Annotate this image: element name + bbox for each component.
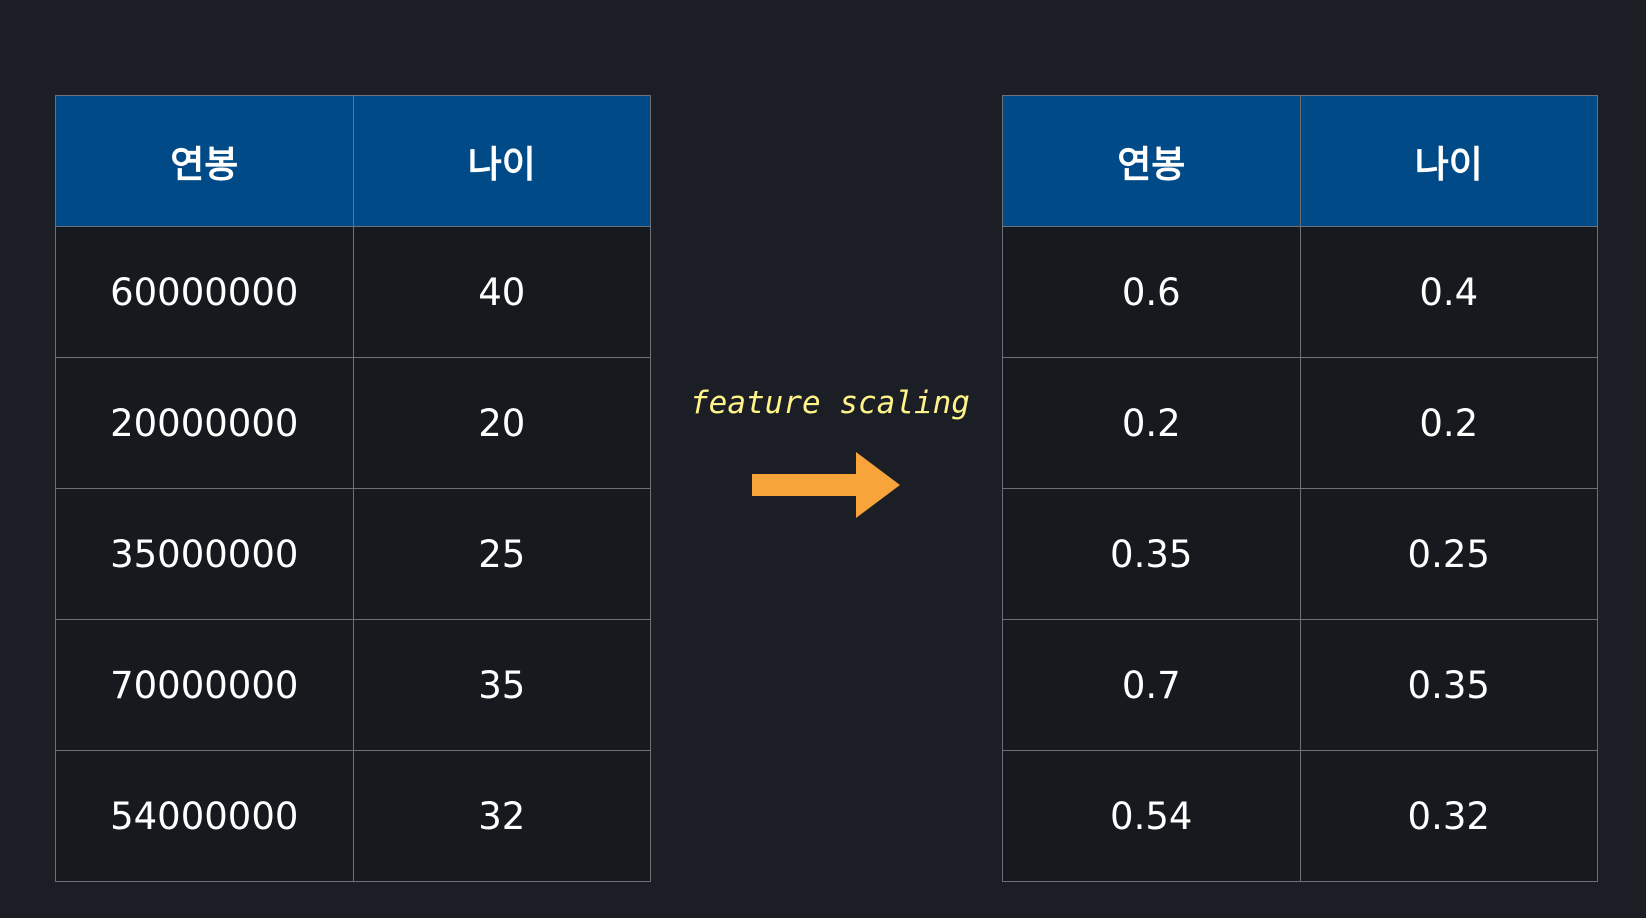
table-row: 0.7 0.35 <box>1002 619 1598 751</box>
scaled-salary-cell: 0.6 <box>1002 226 1301 358</box>
table-row: 20000000 20 <box>55 357 651 489</box>
arrow-shaft <box>752 474 856 496</box>
scaled-data-table: 연봉 나이 0.6 0.4 0.2 0.2 0.35 0.25 0.7 0.35… <box>1002 95 1598 882</box>
salary-cell: 60000000 <box>55 226 354 358</box>
scaled-age-cell: 0.25 <box>1299 488 1598 620</box>
table-header-row: 연봉 나이 <box>1002 95 1598 227</box>
scaled-age-cell: 0.32 <box>1299 750 1598 882</box>
column-header-age: 나이 <box>352 95 651 227</box>
arrow-head <box>856 452 900 518</box>
table-row: 0.6 0.4 <box>1002 226 1598 358</box>
age-cell: 40 <box>352 226 651 358</box>
original-data-table: 연봉 나이 60000000 40 20000000 20 35000000 2… <box>55 95 651 882</box>
salary-cell: 20000000 <box>55 357 354 489</box>
column-header-salary: 연봉 <box>55 95 354 227</box>
scaled-salary-cell: 0.2 <box>1002 357 1301 489</box>
scaled-salary-cell: 0.7 <box>1002 619 1301 751</box>
scaled-age-cell: 0.4 <box>1299 226 1598 358</box>
table-row: 70000000 35 <box>55 619 651 751</box>
salary-cell: 54000000 <box>55 750 354 882</box>
column-header-salary: 연봉 <box>1002 95 1301 227</box>
column-header-age: 나이 <box>1299 95 1598 227</box>
arrow-right-icon <box>752 452 900 518</box>
table-header-row: 연봉 나이 <box>55 95 651 227</box>
scaled-salary-cell: 0.54 <box>1002 750 1301 882</box>
table-row: 0.54 0.32 <box>1002 750 1598 882</box>
table-row: 60000000 40 <box>55 226 651 358</box>
feature-scaling-label: feature scaling <box>690 385 970 421</box>
scaled-age-cell: 0.2 <box>1299 357 1598 489</box>
table-row: 35000000 25 <box>55 488 651 620</box>
table-row: 0.2 0.2 <box>1002 357 1598 489</box>
age-cell: 32 <box>352 750 651 882</box>
scaled-salary-cell: 0.35 <box>1002 488 1301 620</box>
age-cell: 20 <box>352 357 651 489</box>
salary-cell: 35000000 <box>55 488 354 620</box>
table-row: 0.35 0.25 <box>1002 488 1598 620</box>
table-row: 54000000 32 <box>55 750 651 882</box>
salary-cell: 70000000 <box>55 619 354 751</box>
scaled-age-cell: 0.35 <box>1299 619 1598 751</box>
age-cell: 35 <box>352 619 651 751</box>
age-cell: 25 <box>352 488 651 620</box>
